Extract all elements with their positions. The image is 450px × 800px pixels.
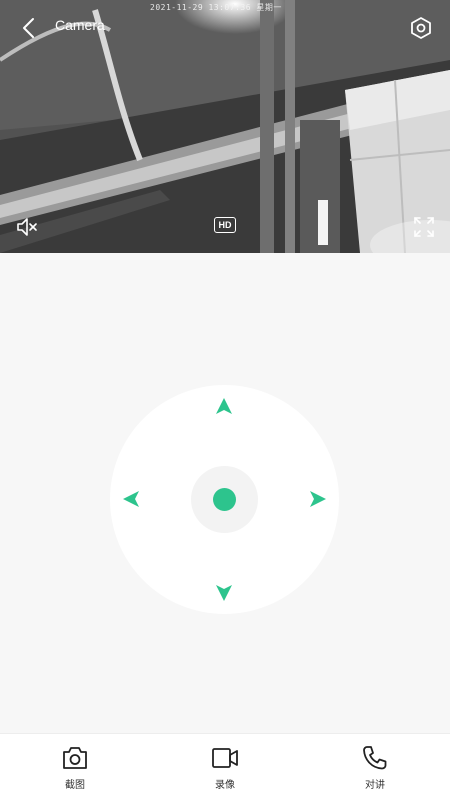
triangle-left-icon xyxy=(123,491,139,507)
video-top-bar: Camera xyxy=(0,0,450,56)
hexagon-settings-icon xyxy=(411,17,431,39)
pan-left-button[interactable] xyxy=(119,487,143,511)
quality-toggle-button[interactable]: HD xyxy=(214,217,236,233)
settings-button[interactable] xyxy=(407,14,435,42)
fullscreen-button[interactable] xyxy=(411,214,437,240)
chevron-left-icon xyxy=(23,18,34,38)
intercom-label: 对讲 xyxy=(365,780,385,791)
triangle-down-icon xyxy=(216,585,232,601)
fullscreen-icon xyxy=(414,217,434,237)
record-button[interactable]: 录像 xyxy=(190,734,260,800)
record-label: 录像 xyxy=(215,780,235,791)
camera-video-feed: 2021-11-29 13:07:36 星期一 Camera HD xyxy=(0,0,450,253)
pan-up-button[interactable] xyxy=(212,394,236,418)
phone-icon xyxy=(363,746,387,770)
screenshot-label: 截图 xyxy=(65,780,85,791)
page-title: Camera xyxy=(55,17,105,33)
mute-button[interactable] xyxy=(14,214,40,240)
pan-down-button[interactable] xyxy=(212,581,236,605)
ptz-joystick[interactable] xyxy=(110,385,339,614)
back-button[interactable] xyxy=(14,14,42,42)
intercom-button[interactable]: 对讲 xyxy=(340,734,410,800)
pan-right-button[interactable] xyxy=(306,487,330,511)
triangle-right-icon xyxy=(310,491,326,507)
video-icon xyxy=(212,748,238,768)
triangle-up-icon xyxy=(216,398,232,414)
camera-icon xyxy=(63,747,87,769)
speaker-muted-icon xyxy=(17,218,37,236)
ptz-center-button[interactable] xyxy=(213,488,236,511)
screenshot-button[interactable]: 截图 xyxy=(40,734,110,800)
bottom-toolbar: 截图 录像 对讲 xyxy=(0,733,450,800)
